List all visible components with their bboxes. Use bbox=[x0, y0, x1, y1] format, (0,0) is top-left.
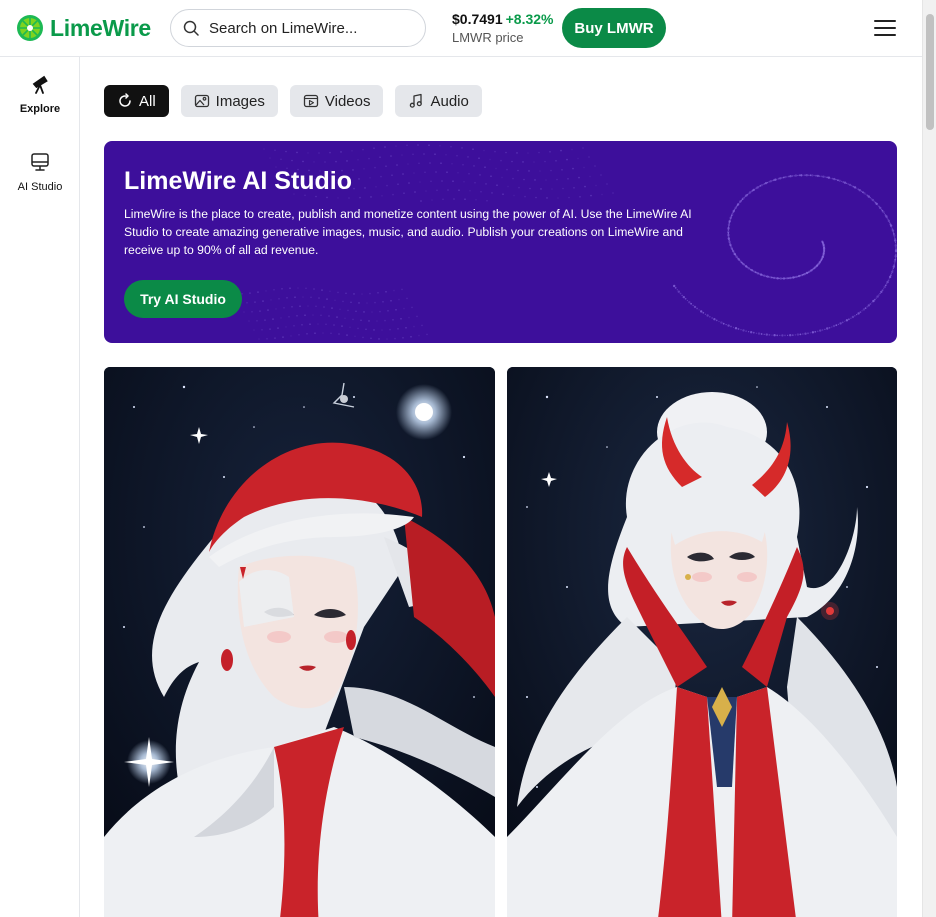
tab-audio[interactable]: Audio bbox=[395, 85, 482, 117]
monitor-icon bbox=[31, 153, 49, 171]
tab-all[interactable]: All bbox=[104, 85, 169, 117]
banner-title: LimeWire AI Studio bbox=[124, 167, 353, 195]
left-sidebar: Explore AI Studio bbox=[0, 57, 80, 917]
ai-studio-banner: LimeWire AI Studio LimeWire is the place… bbox=[104, 141, 897, 343]
try-ai-studio-button[interactable]: Try AI Studio bbox=[124, 280, 242, 318]
sidebar-item-explore[interactable]: Explore bbox=[0, 73, 80, 133]
tab-label: Videos bbox=[324, 92, 371, 110]
sidebar-item-ai-studio[interactable]: AI Studio bbox=[0, 151, 80, 211]
page-scrollbar[interactable] bbox=[922, 0, 936, 917]
menu-button[interactable] bbox=[872, 16, 898, 40]
banner-description: LimeWire is the place to create, publish… bbox=[124, 207, 692, 257]
search-icon bbox=[183, 20, 199, 36]
top-header: LimeWire $0.7491+8.32% LMWR price Buy LM… bbox=[0, 0, 922, 57]
video-icon bbox=[303, 94, 319, 108]
tab-images[interactable]: Images bbox=[180, 85, 278, 117]
price-change: +8.32% bbox=[505, 11, 554, 27]
tab-label: Audio bbox=[430, 92, 469, 110]
artwork-image bbox=[507, 367, 897, 917]
circle-refresh-icon bbox=[119, 93, 131, 107]
token-price: $0.7491 +8.32% LMWR price bbox=[452, 11, 553, 45]
scrollbar-thumb[interactable] bbox=[926, 14, 934, 130]
telescope-icon bbox=[32, 75, 48, 94]
music-note-icon bbox=[410, 93, 423, 108]
sidebar-item-label: AI Studio bbox=[17, 181, 63, 193]
sidebar-item-label: Explore bbox=[19, 103, 61, 115]
search-box[interactable] bbox=[170, 9, 426, 47]
limewire-logo[interactable]: LimeWire bbox=[16, 14, 151, 42]
gallery-card[interactable] bbox=[507, 367, 897, 917]
artwork-image bbox=[104, 367, 495, 917]
tab-videos[interactable]: Videos bbox=[289, 85, 384, 117]
hamburger-menu-icon bbox=[874, 20, 896, 36]
buy-lmwr-button[interactable]: Buy LMWR bbox=[562, 8, 666, 48]
tab-label: Images bbox=[215, 92, 265, 110]
filter-tabs: All Images Videos Audio bbox=[104, 85, 482, 117]
price-value: $0.7491 bbox=[452, 11, 503, 27]
logo-text: LimeWire bbox=[50, 14, 151, 41]
search-input[interactable] bbox=[209, 18, 409, 38]
lime-logo-icon bbox=[17, 15, 43, 41]
image-icon bbox=[194, 94, 209, 108]
gallery-card[interactable] bbox=[104, 367, 495, 917]
price-row: $0.7491 +8.32% bbox=[452, 11, 553, 27]
price-label: LMWR price bbox=[452, 30, 524, 45]
tab-label: All bbox=[139, 92, 156, 110]
